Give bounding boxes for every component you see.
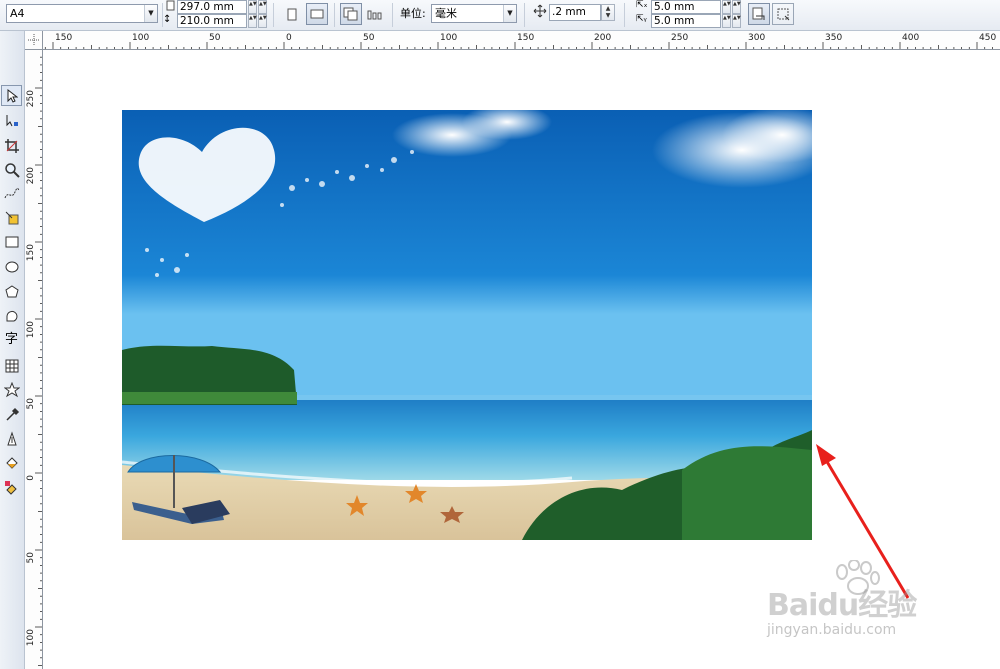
paper-size-select[interactable]: A4 ▼ [6,4,158,23]
landscape-button[interactable] [306,3,328,25]
all-pages-icon [343,7,358,21]
freehand-tool-icon[interactable] [1,183,22,204]
separator [273,3,274,27]
all-pages-button[interactable] [340,3,362,25]
interactive-fill-tool-icon[interactable] [1,477,22,498]
crosshair-icon [27,34,40,46]
watermark-brand: Baidu经验 [767,588,917,623]
eyedropper-tool-icon[interactable] [1,404,22,425]
ruler-label: 0 [286,33,292,43]
ruler-label: 150 [517,33,534,43]
toolbox: 字 [0,31,25,669]
ruler-label: 350 [825,33,842,43]
page-width-icon [166,0,175,14]
page-height-icon: ↕ [163,14,172,25]
ruler-label: 50 [26,552,36,564]
ruler-label: 100 [440,33,457,43]
ruler-label: 100 [26,629,36,646]
ellipse-tool-icon[interactable] [1,256,22,277]
duplicate-x-icon: ⇱ₓ [636,0,648,10]
units-value: 毫米 [435,7,457,20]
beach-photo[interactable] [122,110,812,540]
current-page-icon [367,10,382,20]
horizontal-ruler-ticks: 150 100 50 0 50 100 150 200 250 300 350 400 450 [29,33,996,49]
ruler-label: 150 [55,33,72,43]
ruler-label: 150 [26,244,36,261]
chevron-down-icon[interactable]: ▼ [144,5,157,22]
polygon-tool-icon[interactable] [1,281,22,302]
ruler-label: 0 [26,475,36,481]
ruler-label: 50 [26,398,36,410]
ruler-label: 400 [902,33,919,43]
nudge-icon [533,4,547,21]
page-height-field[interactable]: 210.0 mm [177,14,247,28]
vertical-ruler[interactable]: 250 200 150 100 50 0 50 100 [25,50,43,669]
separator [392,3,393,27]
text-tool-glyph: 字 [4,331,18,347]
ruler-label: 50 [209,33,221,43]
ruler-label: 50 [363,33,375,43]
smart-fill-tool-icon[interactable] [1,207,22,228]
ruler-label: 300 [748,33,765,43]
duplicate-y-spinner-alt[interactable]: ▲▼ [732,14,741,28]
page-width-spinner-alt[interactable]: ▲▼ [258,0,267,14]
zoom-tool-icon[interactable] [1,159,22,180]
outline-tool-icon[interactable] [1,428,22,449]
page-width-spinner[interactable]: ▲▼ [248,0,257,14]
duplicate-x-spinner-alt[interactable]: ▲▼ [732,0,741,14]
separator [624,3,625,27]
duplicate-x-spinner[interactable]: ▲▼ [722,0,731,14]
table-tool-icon[interactable] [1,355,22,376]
duplicate-y-spinner[interactable]: ▲▼ [722,14,731,28]
ruler-label: 250 [671,33,688,43]
duplicate-y-field[interactable]: 5.0 mm [651,14,721,28]
page-border-button[interactable] [748,3,770,25]
property-bar: A4 ▼ 297.0 mm ▲▼ ▲▼ ↕ 210.0 mm ▲▼ ▲▼ 单位:… [0,0,1000,31]
duplicate-y-icon: ⇱ᵧ [636,14,647,24]
landscape-icon [310,9,324,19]
portrait-icon [287,8,297,20]
nudge-spinner[interactable]: ▲ ▼ [601,4,615,21]
crop-tool-icon[interactable] [1,135,22,156]
units-select[interactable]: 毫米 ▼ [431,4,517,23]
current-page-button[interactable] [364,3,386,25]
page-frame-icon [777,8,790,21]
vertical-ruler-ticks: 250 200 150 100 50 0 50 100 [26,56,42,666]
ruler-label: 200 [26,167,36,184]
duplicate-x-field[interactable]: 5.0 mm [651,0,721,14]
shape-tool-icon[interactable] [1,110,22,131]
page-height-spinner-alt[interactable]: ▲▼ [258,14,267,28]
rectangle-tool-icon[interactable] [1,231,22,252]
units-label: 单位: [400,7,426,20]
ruler-label: 450 [979,33,996,43]
watermark: Baidu经验 jingyan.baidu.com [762,560,952,650]
watermark-url: jingyan.baidu.com [767,622,897,638]
page-border-icon [752,7,765,20]
ruler-origin-corner[interactable] [25,31,43,50]
fill-tool-icon[interactable] [1,452,22,473]
basic-shapes-tool-icon[interactable] [1,305,22,326]
page-frame-button[interactable] [772,3,794,25]
portrait-button[interactable] [281,3,303,25]
paper-size-value: A4 [10,7,25,20]
ruler-label: 200 [594,33,611,43]
nudge-field[interactable]: .2 mm [549,4,601,21]
ruler-label: 250 [26,90,36,107]
ruler-label: 100 [132,33,149,43]
interactive-tool-icon[interactable] [1,379,22,400]
beach-photo-image [122,110,812,540]
ruler-label: 100 [26,321,36,338]
page-width-field[interactable]: 297.0 mm [177,0,247,14]
page-height-spinner[interactable]: ▲▼ [248,14,257,28]
separator [334,3,335,27]
chevron-down-icon[interactable]: ▼ [503,5,516,22]
horizontal-ruler[interactable]: 150 100 50 0 50 100 150 200 250 300 350 400 450 [25,31,1000,50]
text-tool-icon[interactable]: 字 [1,329,22,350]
separator [524,3,525,27]
pick-tool-icon[interactable] [1,85,22,106]
